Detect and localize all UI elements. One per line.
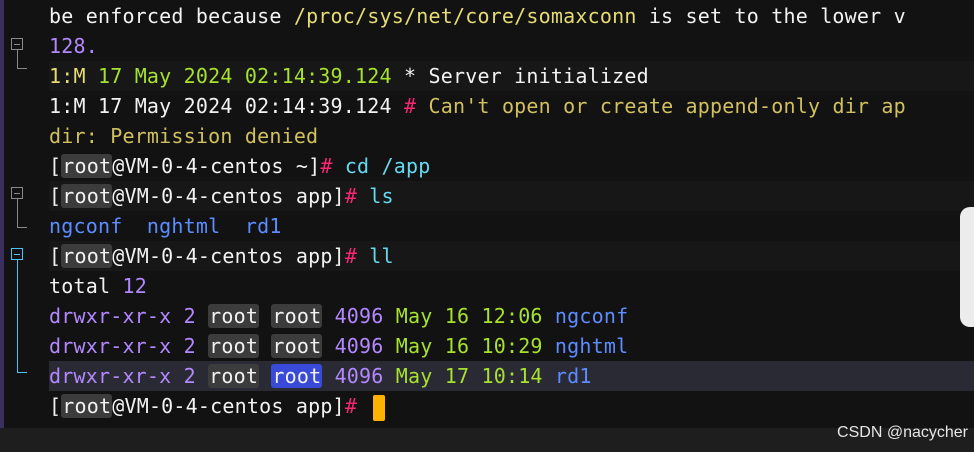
terminal-token: nghtml <box>554 334 629 358</box>
terminal-token: May 16 12:06 <box>395 304 555 328</box>
fold-guide <box>17 260 18 372</box>
terminal-token: root <box>208 364 260 388</box>
terminal-token: root <box>271 364 323 388</box>
terminal-token: ngconf nghtml rd1 <box>49 214 282 238</box>
terminal-token: 17 May 2024 02:14:39.124 <box>97 94 392 118</box>
terminal-token: 128. <box>49 34 98 58</box>
terminal-token: # <box>391 94 429 118</box>
terminal-token: rd1 <box>554 364 592 388</box>
terminal-token: May 17 10:14 <box>395 364 555 388</box>
terminal-token: root <box>271 304 323 328</box>
bottom-strip <box>0 428 974 452</box>
terminal-token: @VM-0-4-centos app] <box>112 244 345 268</box>
fold-marker-icon[interactable] <box>11 38 23 50</box>
terminal-token: * <box>391 64 429 88</box>
watermark: CSDN @nacycher <box>837 424 968 441</box>
terminal-token: root <box>208 304 260 328</box>
terminal-token: 02:14:39.124 <box>232 64 392 88</box>
terminal-token: root <box>271 334 323 358</box>
terminal-token: 2 <box>183 334 209 358</box>
terminal-line: 1:M 17 May 2024 02:14:39.124 * Server in… <box>49 61 974 91</box>
fold-marker-icon[interactable] <box>11 187 23 199</box>
terminal-token: root <box>208 334 260 358</box>
terminal-line: drwxr-xr-x 2 root root 4096 May 16 10:29… <box>49 331 974 361</box>
terminal-token: 12 <box>122 274 147 298</box>
terminal-line: [root@VM-0-4-centos ~]# cd /app <box>49 151 974 181</box>
terminal-token: root <box>61 154 113 178</box>
terminal-token: 2 <box>183 304 209 328</box>
terminal-line: 1:M 17 May 2024 02:14:39.124 # Can't ope… <box>49 91 974 121</box>
terminal-token: drwxr-xr-x <box>49 334 184 358</box>
fold-guide-end <box>17 68 27 69</box>
terminal-token: 4096 <box>322 334 396 358</box>
terminal-token: root <box>61 184 113 208</box>
terminal-token: 1:M <box>49 64 98 88</box>
terminal-line: drwxr-xr-x 2 root root 4096 May 17 10:14… <box>49 361 974 391</box>
terminal-token: root <box>61 394 113 418</box>
terminal-line: [root@VM-0-4-centos app]# ll <box>49 241 974 271</box>
terminal-token: [ <box>49 154 62 178</box>
terminal-token: ll <box>369 244 394 268</box>
terminal-token: # <box>344 244 370 268</box>
terminal-line: ngconf nghtml rd1 <box>49 211 974 241</box>
terminal-token: 17 May 2024 <box>97 64 233 88</box>
terminal-line: 128. <box>49 31 974 61</box>
terminal-token: @VM-0-4-centos app] <box>112 184 345 208</box>
terminal-token: # <box>320 154 345 178</box>
terminal-token: 4096 <box>322 304 396 328</box>
fold-marker-icon[interactable] <box>11 248 23 260</box>
terminal-token: 1:M <box>49 94 98 118</box>
terminal-token: /proc/sys/net/core/somaxconn <box>293 4 637 28</box>
terminal-token: @VM-0-4-centos app] <box>112 394 345 418</box>
window-edge <box>0 0 4 428</box>
terminal-token: root <box>61 244 113 268</box>
terminal-line: dir: Permission denied <box>49 121 974 151</box>
terminal-token: is set to the lower v <box>636 4 906 28</box>
terminal-line: drwxr-xr-x 2 root root 4096 May 16 12:06… <box>49 301 974 331</box>
terminal-token: ngconf <box>554 304 629 328</box>
terminal-line: [root@VM-0-4-centos app]# <box>49 391 974 421</box>
terminal-token: drwxr-xr-x <box>49 364 184 388</box>
terminal-token: Can't open or create append-only dir ap <box>428 94 906 118</box>
fold-guide <box>17 50 18 68</box>
terminal-token: drwxr-xr-x <box>49 304 184 328</box>
terminal-token: May 16 10:29 <box>395 334 555 358</box>
fold-guide-end <box>17 372 27 373</box>
terminal-token: Server initialized <box>428 64 649 88</box>
terminal-token: # <box>344 184 370 208</box>
terminal-token: [ <box>49 244 62 268</box>
terminal-token: [ <box>49 394 62 418</box>
terminal-token: 4096 <box>322 364 396 388</box>
terminal-token: @VM-0-4-centos ~] <box>112 154 321 178</box>
scrollbar-thumb[interactable] <box>960 207 974 327</box>
fold-guide <box>17 199 18 227</box>
terminal-token: be enforced because <box>49 4 294 28</box>
terminal-token: ls <box>369 184 394 208</box>
terminal-token: 2 <box>183 364 209 388</box>
terminal-token: cd /app <box>344 154 431 178</box>
terminal-line: be enforced because /proc/sys/net/core/s… <box>49 1 974 31</box>
terminal-token: [ <box>49 184 62 208</box>
terminal-token: total <box>49 274 123 298</box>
terminal-line: [root@VM-0-4-centos app]# ls <box>49 181 974 211</box>
terminal-token: dir: Permission denied <box>49 124 319 148</box>
terminal-window[interactable]: be enforced because /proc/sys/net/core/s… <box>0 0 974 428</box>
terminal-line: total 12 <box>49 271 974 301</box>
terminal-token: # <box>344 394 370 418</box>
fold-guide-end <box>17 227 27 228</box>
text-cursor <box>373 394 386 421</box>
